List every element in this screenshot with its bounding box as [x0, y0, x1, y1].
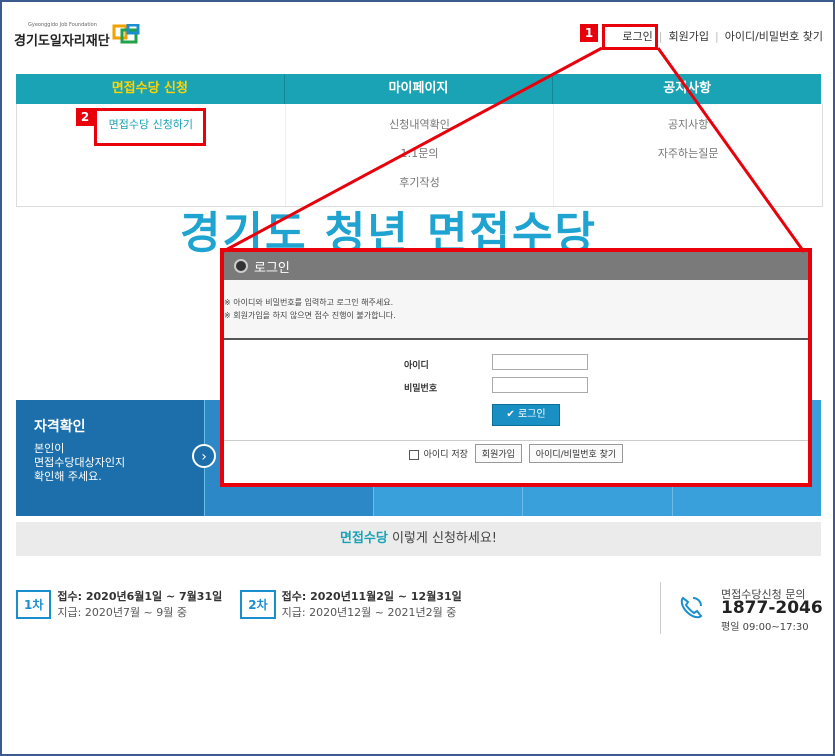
callout-connector	[221, 46, 806, 254]
